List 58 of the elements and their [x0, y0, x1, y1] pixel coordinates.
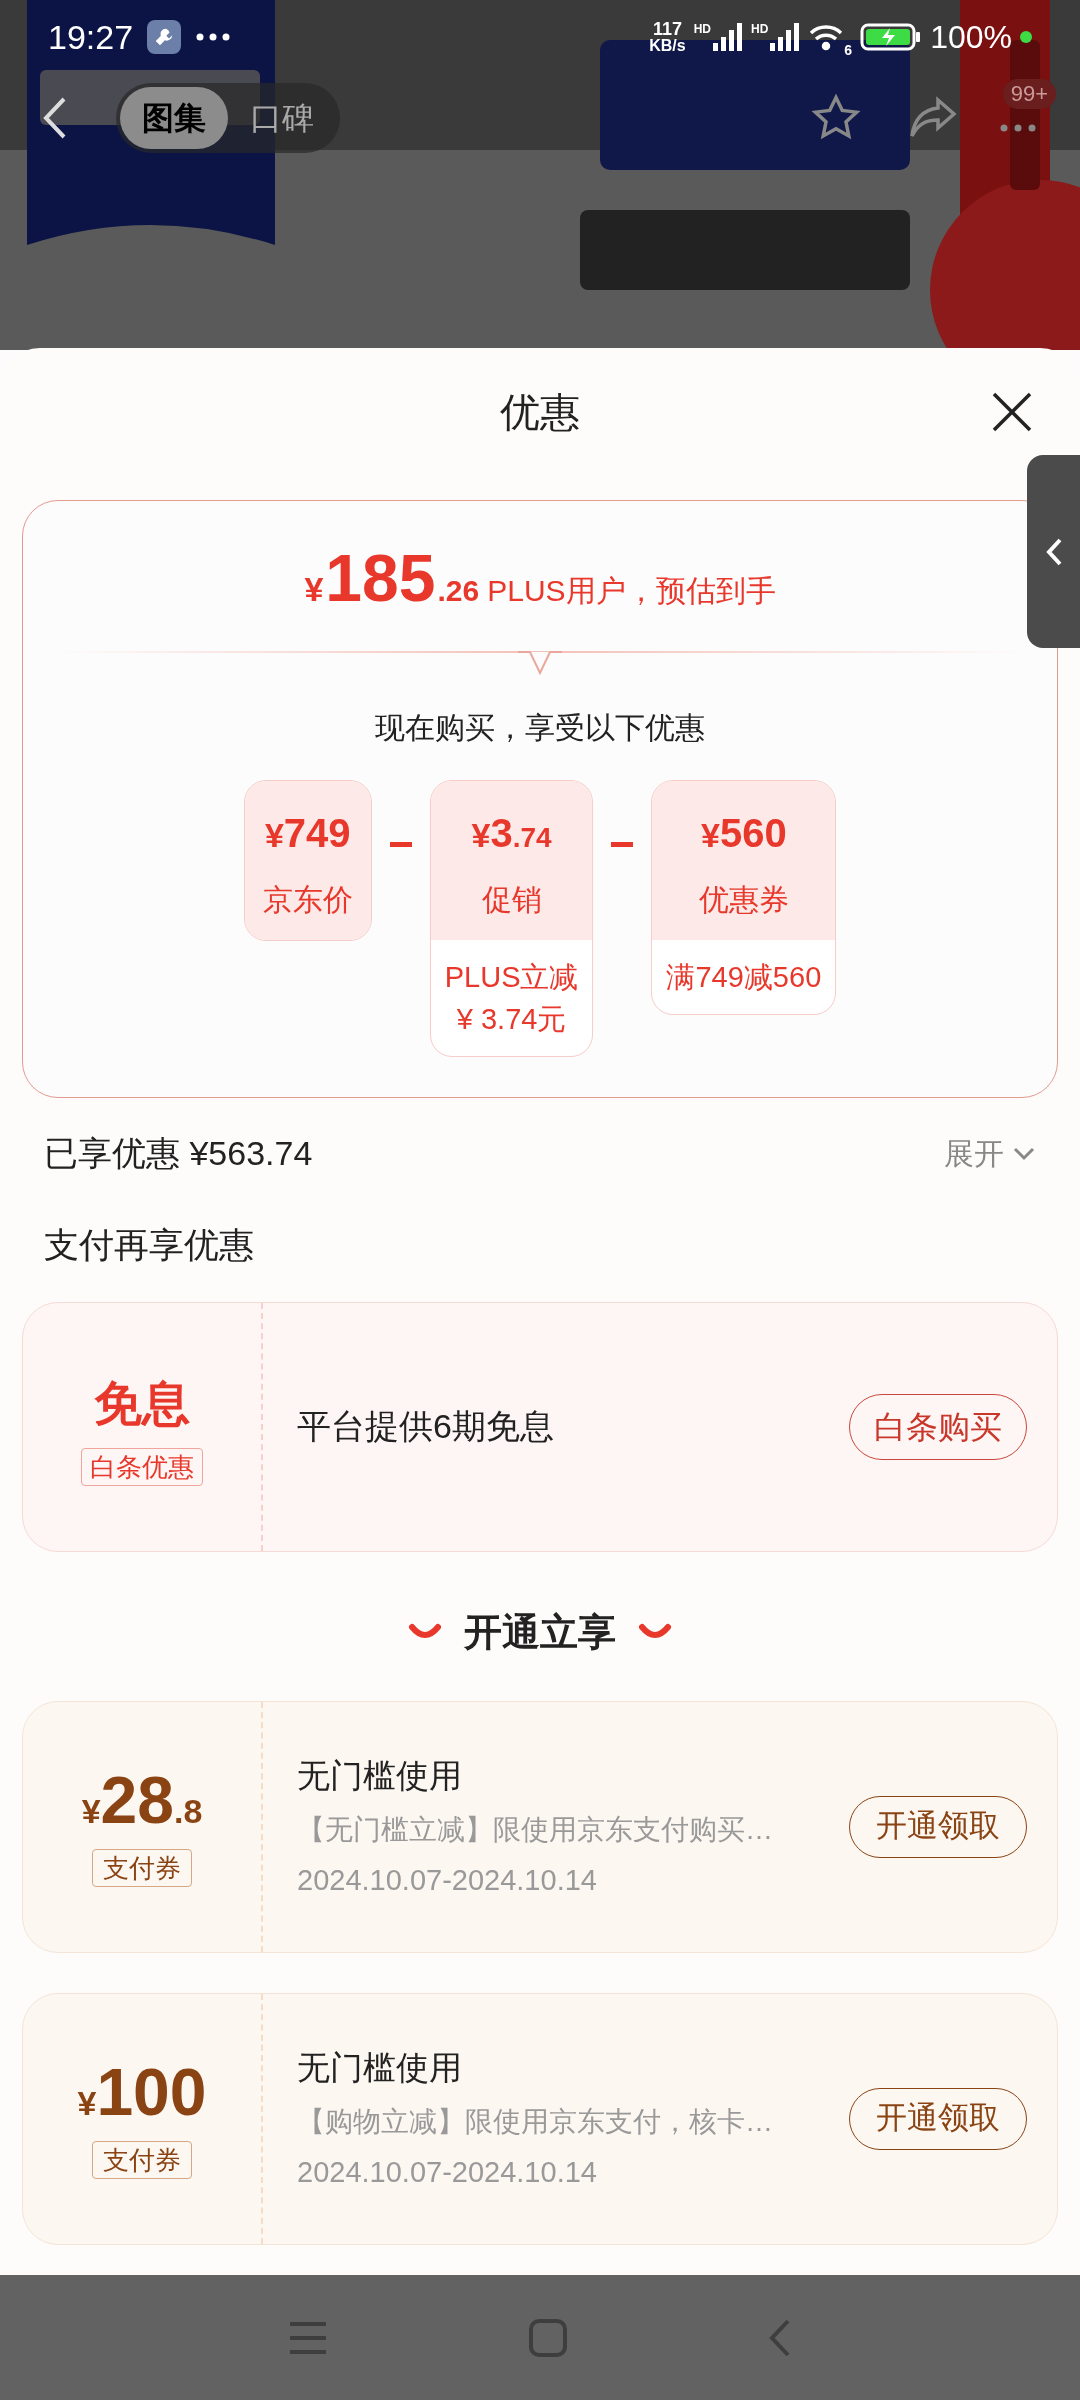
network-type-label: HD [693, 23, 711, 35]
coupon-title: 无门槛使用 [297, 1756, 463, 1796]
smile-icon [638, 1623, 672, 1641]
gallery-tab[interactable]: 口碑 [228, 87, 336, 149]
coupon-tag: 支付券 [92, 1848, 192, 1887]
section-title: 开通立享 [464, 1609, 616, 1655]
wifi-icon [808, 23, 845, 51]
summary-subtitle: 现在购买，享受以下优惠 [374, 710, 706, 746]
clock: 19:27 [48, 16, 134, 58]
chevron-left-icon [1044, 536, 1063, 567]
discount-label: 优惠券 [698, 882, 789, 918]
more-icon [195, 32, 232, 42]
network-type-label: HD [751, 23, 769, 35]
installment-headline: 免息 [94, 1375, 190, 1432]
minus-icon [611, 842, 634, 847]
network-speed-unit: KB/s [649, 38, 686, 54]
coupon-amount: ¥100 [77, 2058, 207, 2129]
installment-text: 平台提供6期免息 [296, 1406, 555, 1447]
sheet-title: 优惠 [500, 389, 580, 436]
section-title: 支付再享优惠 [43, 1224, 255, 1266]
gallery-tab[interactable]: 图集 [120, 87, 228, 149]
discount-detail: ¥ 3.74元 [456, 1002, 567, 1037]
expand-toggle[interactable]: 展开 [944, 1131, 1036, 1176]
wifi-label: 6 [844, 41, 853, 60]
discount-amount: ¥3.74 [471, 810, 552, 857]
price-currency: ¥ [304, 569, 324, 610]
price-note: PLUS用户，预估到手 [487, 573, 776, 609]
estimated-price: 185 [325, 545, 436, 611]
more-icon[interactable] [998, 123, 1038, 133]
coupon-dates: 2024.10.07-2024.10.14 [297, 1862, 598, 1898]
divider-notch-icon [518, 651, 562, 675]
smile-icon [408, 1623, 442, 1641]
coupon-dates: 2024.10.07-2024.10.14 [297, 2154, 598, 2190]
coupon-amount: ¥28.8 [81, 1766, 203, 1837]
price-decimal: .26 [437, 573, 480, 609]
coupon-tag: 支付券 [92, 2140, 192, 2179]
saved-discount-total: 已享优惠 ¥563.74 [44, 1133, 313, 1174]
discount-amount: ¥560 [701, 810, 787, 857]
wrench-icon [147, 20, 182, 54]
coupon-description: 【购物立减】限使用京东支付，核卡… [297, 2104, 774, 2139]
discount-label: 京东价 [262, 882, 353, 918]
side-drawer-tab[interactable] [1027, 455, 1080, 648]
minus-icon [389, 842, 412, 847]
signal-icon [713, 23, 743, 51]
share-icon[interactable] [908, 96, 958, 140]
discount-detail: PLUS立减 [444, 960, 579, 995]
discount-amount: ¥749 [264, 810, 351, 857]
signal-icon [770, 23, 801, 51]
discount-label: 促销 [481, 882, 542, 918]
battery-level: 100% [930, 18, 1012, 57]
coupon-title: 无门槛使用 [297, 2048, 463, 2088]
discount-detail: 满749减560 [666, 960, 822, 995]
back-icon[interactable] [42, 96, 68, 140]
network-speed: 117 [652, 20, 682, 38]
installment-tag: 白条优惠 [81, 1447, 203, 1486]
coupon-description: 【无门槛立减】限使用京东支付购买… [297, 1812, 774, 1847]
close-icon[interactable] [990, 390, 1034, 434]
battery-icon [860, 23, 923, 51]
